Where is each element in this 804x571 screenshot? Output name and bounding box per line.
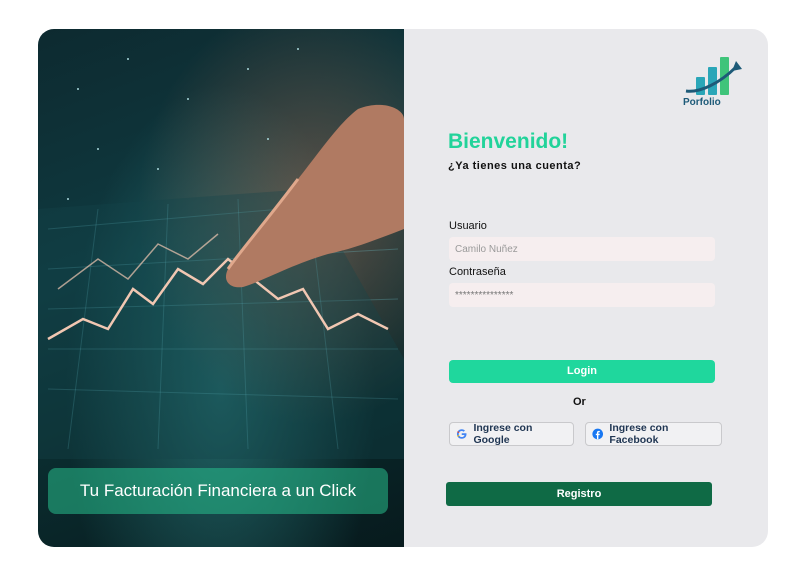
hero-tagline: Tu Facturación Financiera a un Click: [48, 468, 388, 514]
google-login-button[interactable]: Ingrese con Google: [449, 422, 574, 446]
welcome-subtitle: ¿Ya tienes una cuenta?: [448, 160, 582, 172]
register-button[interactable]: Registro: [446, 482, 712, 506]
user-input[interactable]: [449, 237, 715, 261]
facebook-icon: [592, 428, 604, 440]
password-input[interactable]: [449, 283, 715, 307]
google-icon: [456, 429, 467, 439]
facebook-login-button[interactable]: Ingrese con Facebook: [585, 422, 722, 446]
welcome-title: Bienvenido!: [448, 130, 569, 153]
or-separator: Or: [573, 396, 586, 408]
user-label: Usuario: [449, 220, 487, 232]
hero-image: Tu Facturación Financiera a un Click: [38, 29, 404, 547]
facebook-button-label: Ingrese con Facebook: [609, 422, 669, 446]
google-button-label: Ingrese con Google: [473, 422, 533, 446]
password-label: Contraseña: [449, 266, 506, 278]
login-card: Tu Facturación Financiera a un Click Por…: [38, 29, 768, 547]
bar-chart-logo-icon: [685, 57, 742, 95]
login-button[interactable]: Login: [449, 360, 715, 383]
login-panel: Porfolio Bienvenido! ¿Ya tienes una cuen…: [404, 29, 768, 547]
logo-text: Porfolio: [683, 97, 721, 108]
